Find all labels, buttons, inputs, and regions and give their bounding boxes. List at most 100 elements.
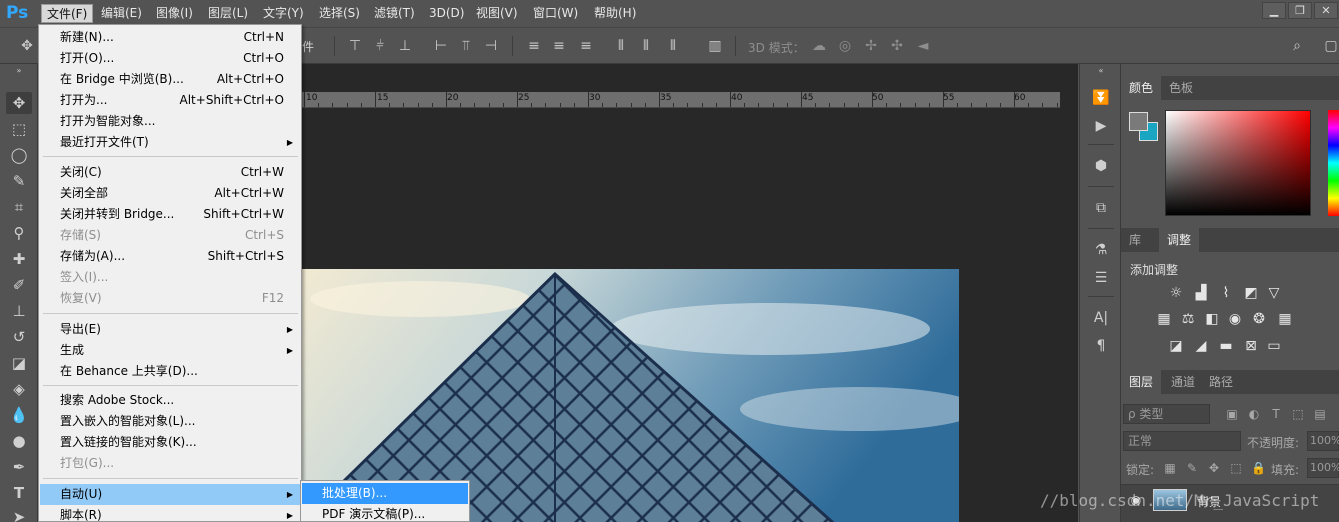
dodge-tool-icon[interactable]: ●: [6, 430, 32, 452]
lock-transparent-icon[interactable]: ▦: [1163, 461, 1177, 475]
tab-libraries[interactable]: 库: [1121, 228, 1149, 252]
menu-share-behance[interactable]: 在 Behance 上共享(D)...: [40, 361, 300, 382]
menu-automate[interactable]: 自动(U) ▶: [40, 484, 300, 505]
distribute-right-icon[interactable]: ⦀: [664, 37, 682, 55]
brush-tool-icon[interactable]: ✐: [6, 274, 32, 296]
minimize-icon[interactable]: ▁: [1262, 2, 1286, 19]
close-icon[interactable]: ✕: [1314, 2, 1338, 19]
pen-tool-icon[interactable]: ✒: [6, 456, 32, 478]
lasso-tool-icon[interactable]: ◯: [6, 144, 32, 166]
align-vcenter-icon[interactable]: ⫩: [371, 37, 389, 55]
collapse-toolbar-icon[interactable]: »: [6, 66, 32, 76]
align-right-icon[interactable]: ⊣: [482, 37, 500, 55]
auto-align-icon[interactable]: ▥: [706, 37, 724, 55]
3d-slide-icon[interactable]: ✣: [888, 37, 906, 55]
workspace-icon[interactable]: ▢: [1322, 37, 1339, 55]
search-icon[interactable]: ⌕: [1288, 37, 1306, 55]
move-tool-icon[interactable]: ✥: [6, 92, 32, 114]
align-top-icon[interactable]: ⊤: [346, 37, 364, 55]
healing-brush-tool-icon[interactable]: ✚: [6, 248, 32, 270]
menu-image[interactable]: 图像(I): [151, 4, 198, 23]
filter-shape-icon[interactable]: ⬚: [1291, 407, 1305, 421]
fill-input[interactable]: 100%: [1307, 458, 1339, 478]
foreground-color-swatch[interactable]: [1129, 112, 1148, 131]
tab-channels[interactable]: 通道: [1163, 370, 1203, 394]
crop-tool-icon[interactable]: ⌗: [6, 196, 32, 218]
3d-roll-icon[interactable]: ◎: [836, 37, 854, 55]
menu-help[interactable]: 帮助(H): [589, 4, 641, 23]
eraser-tool-icon[interactable]: ◪: [6, 352, 32, 374]
align-left-icon[interactable]: ⊢: [432, 37, 450, 55]
tab-color[interactable]: 颜色: [1121, 76, 1162, 100]
brush-preset-icon[interactable]: ⚗: [1090, 240, 1112, 260]
selective-color-icon[interactable]: ⊠: [1242, 337, 1260, 355]
layer-filter-dropdown[interactable]: ρ 类型: [1123, 404, 1210, 424]
path-select-tool-icon[interactable]: ➤: [6, 506, 32, 522]
curves-icon[interactable]: ⌇: [1217, 284, 1235, 302]
menu-view[interactable]: 视图(V): [471, 4, 523, 23]
hue-saturation-icon[interactable]: ▦: [1155, 310, 1173, 328]
eyedropper-tool-icon[interactable]: ⚲: [6, 222, 32, 244]
clone-source-icon[interactable]: ⧉: [1090, 198, 1112, 218]
menu-file[interactable]: 文件(F): [41, 4, 94, 23]
lock-artboard-icon[interactable]: ⬚: [1229, 461, 1243, 475]
distribute-hcenter-icon[interactable]: ⦀: [637, 37, 655, 55]
distribute-top-icon[interactable]: ≡: [525, 37, 543, 55]
distribute-vcenter-icon[interactable]: ≡: [550, 37, 568, 55]
blend-mode-dropdown[interactable]: 正常: [1123, 431, 1241, 451]
3d-pan-icon[interactable]: ✢: [862, 37, 880, 55]
menu-export[interactable]: 导出(E) ▶: [40, 319, 300, 340]
type-tool-icon[interactable]: T: [6, 482, 32, 504]
collapse-panels-icon[interactable]: «: [1090, 66, 1112, 76]
filter-smart-object-icon[interactable]: ▤: [1313, 407, 1327, 421]
filter-adjustment-icon[interactable]: ◐: [1247, 407, 1261, 421]
menu-new[interactable]: 新建(N)... Ctrl+N: [40, 27, 300, 48]
tab-swatches[interactable]: 色板: [1161, 76, 1201, 100]
distribute-bottom-icon[interactable]: ≡: [577, 37, 595, 55]
menu-scripts[interactable]: 脚本(R) ▶: [40, 505, 300, 522]
menu-search-adobe-stock[interactable]: 搜索 Adobe Stock...: [40, 390, 300, 411]
stamp-tool-icon[interactable]: ⊥: [6, 300, 32, 322]
menu-type[interactable]: 文字(Y): [258, 4, 309, 23]
menu-3d[interactable]: 3D(D): [424, 4, 469, 23]
paragraph-panel-icon[interactable]: ¶: [1090, 336, 1112, 356]
menu-close-all[interactable]: 关闭全部 Alt+Ctrl+W: [40, 183, 300, 204]
threshold-icon[interactable]: ▬: [1217, 337, 1235, 355]
character-panel-icon[interactable]: A|: [1090, 308, 1112, 328]
posterize-icon[interactable]: ◢: [1192, 337, 1210, 355]
menu-generate[interactable]: 生成 ▶: [40, 340, 300, 361]
filter-type-icon[interactable]: T: [1269, 407, 1283, 421]
color-balance-icon[interactable]: ⚖: [1179, 310, 1197, 328]
properties-panel-icon[interactable]: ☰: [1090, 268, 1112, 288]
menu-open[interactable]: 打开(O)... Ctrl+O: [40, 48, 300, 69]
menu-open-smart-object[interactable]: 打开为智能对象...: [40, 111, 300, 132]
menu-select[interactable]: 选择(S): [314, 4, 365, 23]
lock-all-icon[interactable]: 🔒: [1251, 461, 1266, 475]
paint-bucket-tool-icon[interactable]: ◈: [6, 378, 32, 400]
3d-rotate-icon[interactable]: ☁: [810, 37, 828, 55]
channel-mixer-icon[interactable]: ❂: [1250, 310, 1268, 328]
menu-filter[interactable]: 滤镜(T): [369, 4, 420, 23]
align-bottom-icon[interactable]: ⊥: [396, 37, 414, 55]
gradient-map-icon[interactable]: ▭: [1265, 337, 1283, 355]
3d-scale-icon[interactable]: ◄: [914, 37, 932, 55]
vibrance-icon[interactable]: ▽: [1265, 284, 1283, 302]
black-white-icon[interactable]: ◧: [1203, 310, 1221, 328]
menu-close[interactable]: 关闭(C) Ctrl+W: [40, 162, 300, 183]
quick-select-tool-icon[interactable]: ✎: [6, 170, 32, 192]
menu-save-as[interactable]: 存储为(A)... Shift+Ctrl+S: [40, 246, 300, 267]
lock-pixels-icon[interactable]: ✎: [1185, 461, 1199, 475]
invert-icon[interactable]: ◪: [1167, 337, 1185, 355]
3d-panel-icon[interactable]: ⬢: [1090, 156, 1112, 176]
color-spectrum[interactable]: [1165, 110, 1311, 216]
menu-close-go-bridge[interactable]: 关闭并转到 Bridge... Shift+Ctrl+W: [40, 204, 300, 225]
marquee-tool-icon[interactable]: ⬚: [6, 118, 32, 140]
history-panel-icon[interactable]: ⏬: [1090, 88, 1112, 108]
tab-paths[interactable]: 路径: [1201, 370, 1241, 394]
menu-place-embedded[interactable]: 置入嵌入的智能对象(L)...: [40, 411, 300, 432]
menu-pdf-presentation[interactable]: PDF 演示文稿(P)...: [302, 504, 468, 522]
menu-open-as[interactable]: 打开为... Alt+Shift+Ctrl+O: [40, 90, 300, 111]
opacity-input[interactable]: 100%: [1307, 431, 1339, 451]
filter-pixel-icon[interactable]: ▣: [1225, 407, 1239, 421]
menu-layer[interactable]: 图层(L): [203, 4, 253, 23]
